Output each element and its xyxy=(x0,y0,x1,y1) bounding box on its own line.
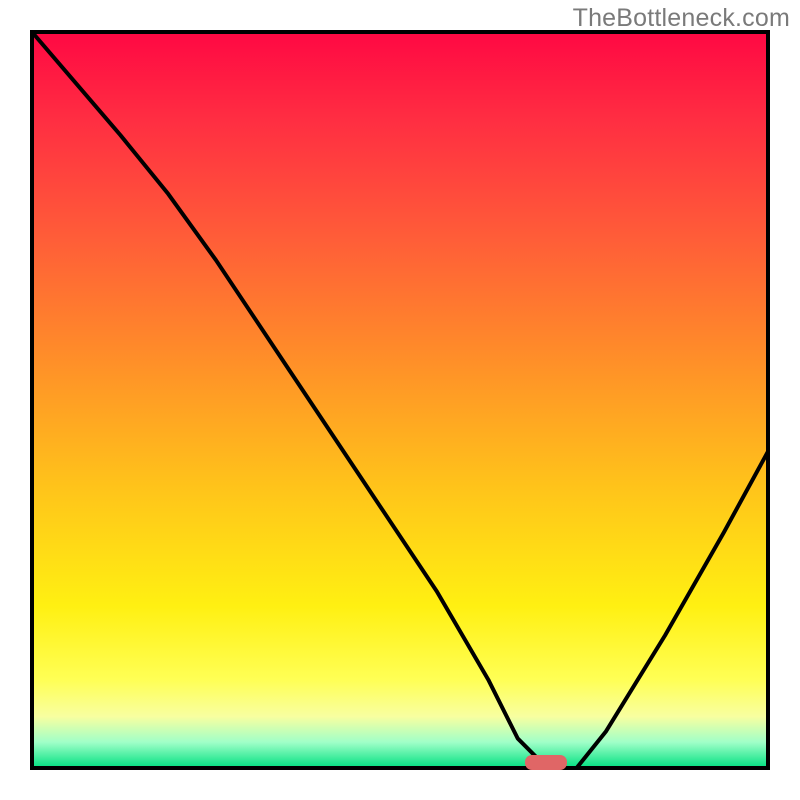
plot-area xyxy=(32,32,768,768)
chart-svg xyxy=(0,0,800,800)
watermark-text: TheBottleneck.com xyxy=(573,4,790,33)
optimum-marker xyxy=(525,755,567,770)
chart-container: TheBottleneck.com xyxy=(0,0,800,800)
